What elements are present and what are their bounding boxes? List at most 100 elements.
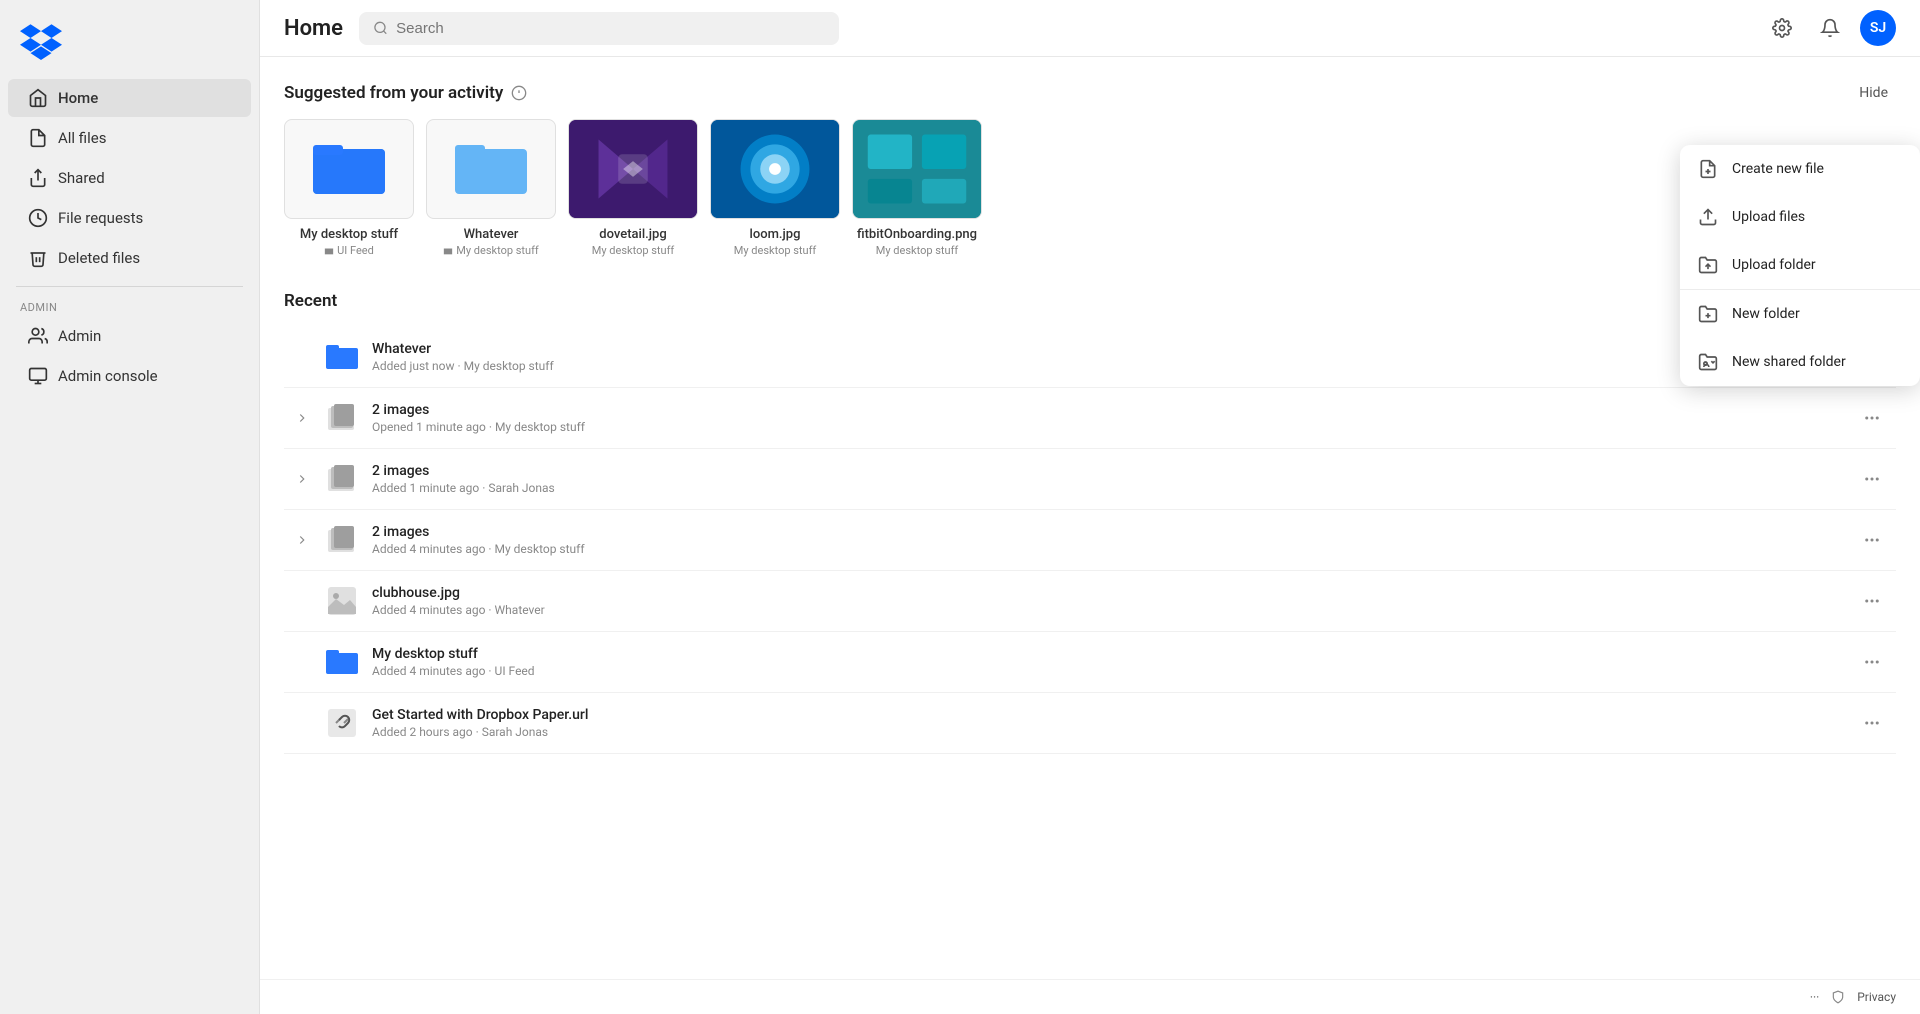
sidebar-item-file-requests-label: File requests bbox=[58, 209, 143, 227]
recent-name-whatever: Whatever bbox=[372, 341, 1844, 357]
recent-more-get-started[interactable] bbox=[1856, 707, 1888, 739]
recent-info-2images-2: 2 images Added 1 minute ago · Sarah Jona… bbox=[372, 463, 1844, 495]
search-icon bbox=[373, 20, 388, 36]
new-folder-item[interactable]: New folder bbox=[1680, 290, 1920, 338]
recent-more-2images-2[interactable] bbox=[1856, 463, 1888, 495]
card-thumb-my-desktop-stuff bbox=[284, 119, 414, 219]
folder-upload-icon bbox=[1698, 255, 1718, 275]
recent-item-whatever[interactable]: Whatever Added just now · My desktop stu… bbox=[284, 327, 1896, 388]
recent-name-clubhouse: clubhouse.jpg bbox=[372, 585, 1844, 601]
card-sublabel-whatever: My desktop stuff bbox=[443, 244, 538, 257]
new-shared-folder-label: New shared folder bbox=[1732, 354, 1846, 370]
search-bar[interactable] bbox=[359, 12, 839, 45]
suggested-card-dovetail[interactable]: dovetail.jpg My desktop stuff bbox=[568, 119, 698, 257]
more-options-button[interactable]: ··· bbox=[1810, 990, 1819, 1004]
gear-icon bbox=[1772, 18, 1792, 38]
card-sublabel-fitbit: My desktop stuff bbox=[876, 244, 958, 257]
admin-section-label: Admin bbox=[0, 295, 259, 316]
folder-new-icon bbox=[1698, 304, 1718, 324]
more-icon-6 bbox=[1863, 653, 1881, 671]
sidebar-item-admin-console[interactable]: Admin console bbox=[8, 357, 251, 395]
page-title: Home bbox=[284, 16, 343, 41]
recent-item-my-desktop[interactable]: My desktop stuff Added 4 minutes ago · U… bbox=[284, 632, 1896, 693]
sidebar-item-deleted-files[interactable]: Deleted files bbox=[8, 239, 251, 277]
suggested-card-loom[interactable]: loom.jpg My desktop stuff bbox=[710, 119, 840, 257]
suggested-card-my-desktop-stuff[interactable]: My desktop stuff UI Feed bbox=[284, 119, 414, 257]
card-label-whatever: Whatever bbox=[464, 227, 519, 242]
recent-more-my-desktop[interactable] bbox=[1856, 646, 1888, 678]
sidebar: Home All files Shared File requests bbox=[0, 0, 260, 1014]
recent-icon-whatever bbox=[324, 339, 360, 375]
card-label-dovetail: dovetail.jpg bbox=[599, 227, 666, 242]
sidebar-item-file-requests[interactable]: File requests bbox=[8, 199, 251, 237]
header: Home SJ bbox=[260, 0, 1920, 57]
privacy-link[interactable]: Privacy bbox=[1857, 990, 1896, 1004]
card-thumb-whatever bbox=[426, 119, 556, 219]
upload-icon bbox=[1698, 207, 1718, 227]
expand-placeholder-getstarted bbox=[292, 713, 312, 733]
console-icon bbox=[28, 366, 48, 386]
recent-icon-my-desktop bbox=[324, 644, 360, 680]
privacy-bar: ··· Privacy bbox=[260, 979, 1920, 1014]
recent-title: Recent bbox=[284, 291, 337, 311]
info-icon bbox=[511, 85, 527, 101]
deleted-icon bbox=[28, 248, 48, 268]
sidebar-item-admin-label: Admin bbox=[58, 327, 101, 345]
recent-item-get-started[interactable]: Get Started with Dropbox Paper.url Added… bbox=[284, 693, 1896, 754]
subfolder-icon-2 bbox=[443, 246, 453, 256]
images-stack-icon-2 bbox=[326, 463, 358, 495]
recent-item-clubhouse[interactable]: clubhouse.jpg Added 4 minutes ago · What… bbox=[284, 571, 1896, 632]
admin-icon bbox=[28, 326, 48, 346]
sidebar-item-admin-console-label: Admin console bbox=[58, 367, 158, 385]
folder-shared-icon bbox=[1698, 352, 1718, 372]
notifications-button[interactable] bbox=[1812, 10, 1848, 46]
more-icon-7 bbox=[1863, 714, 1881, 732]
recent-item-2images-2[interactable]: 2 images Added 1 minute ago · Sarah Jona… bbox=[284, 449, 1896, 510]
suggested-card-whatever[interactable]: Whatever My desktop stuff bbox=[426, 119, 556, 257]
image-file-icon bbox=[326, 585, 358, 617]
new-shared-folder-item[interactable]: New shared folder bbox=[1680, 338, 1920, 386]
suggested-hide-button[interactable]: Hide bbox=[1851, 81, 1896, 105]
create-new-file-item[interactable]: Create new file bbox=[1680, 145, 1920, 193]
sidebar-item-home-label: Home bbox=[58, 89, 98, 107]
recent-item-2images-3[interactable]: 2 images Added 4 minutes ago · My deskto… bbox=[284, 510, 1896, 571]
recent-meta-clubhouse: Added 4 minutes ago · Whatever bbox=[372, 603, 1844, 617]
upload-folder-label: Upload folder bbox=[1732, 257, 1816, 273]
card-sublabel-my-desktop-stuff: UI Feed bbox=[324, 244, 374, 257]
recent-more-2images-3[interactable] bbox=[1856, 524, 1888, 556]
sidebar-logo bbox=[0, 0, 259, 70]
recent-list: Whatever Added just now · My desktop stu… bbox=[284, 327, 1896, 754]
sidebar-item-admin[interactable]: Admin bbox=[8, 317, 251, 355]
avatar[interactable]: SJ bbox=[1860, 10, 1896, 46]
more-icon-2 bbox=[1863, 409, 1881, 427]
expand-2images-3[interactable] bbox=[292, 530, 312, 550]
card-label-loom: loom.jpg bbox=[750, 227, 801, 242]
recent-item-2images-1[interactable]: 2 images Opened 1 minute ago · My deskto… bbox=[284, 388, 1896, 449]
recent-more-2images-1[interactable] bbox=[1856, 402, 1888, 434]
suggested-grid: My desktop stuff UI Feed Whatever bbox=[284, 119, 1896, 257]
recent-meta-whatever: Added just now · My desktop stuff bbox=[372, 359, 1844, 373]
recent-icon-clubhouse bbox=[324, 583, 360, 619]
expand-2images-2[interactable] bbox=[292, 469, 312, 489]
sidebar-divider bbox=[16, 286, 243, 287]
dropbox-logo-icon bbox=[20, 18, 62, 60]
recent-name-2images-3: 2 images bbox=[372, 524, 1844, 540]
recent-meta-2images-2: Added 1 minute ago · Sarah Jonas bbox=[372, 481, 1844, 495]
expand-2images-1[interactable] bbox=[292, 408, 312, 428]
sidebar-item-all-files[interactable]: All files bbox=[8, 119, 251, 157]
images-stack-icon bbox=[326, 402, 358, 434]
recent-info-whatever: Whatever Added just now · My desktop stu… bbox=[372, 341, 1844, 373]
folder-blue-small-icon bbox=[326, 343, 358, 371]
settings-button[interactable] bbox=[1764, 10, 1800, 46]
recent-more-clubhouse[interactable] bbox=[1856, 585, 1888, 617]
recent-name-2images-2: 2 images bbox=[372, 463, 1844, 479]
bell-icon bbox=[1820, 18, 1840, 38]
recent-info-2images-3: 2 images Added 4 minutes ago · My deskto… bbox=[372, 524, 1844, 556]
upload-files-item[interactable]: Upload files bbox=[1680, 193, 1920, 241]
expand-placeholder-desktop bbox=[292, 652, 312, 672]
sidebar-item-home[interactable]: Home bbox=[8, 79, 251, 117]
sidebar-item-shared[interactable]: Shared bbox=[8, 159, 251, 197]
upload-folder-item[interactable]: Upload folder bbox=[1680, 241, 1920, 289]
search-input[interactable] bbox=[396, 20, 825, 37]
suggested-card-fitbit[interactable]: fitbitOnboarding.png My desktop stuff bbox=[852, 119, 982, 257]
